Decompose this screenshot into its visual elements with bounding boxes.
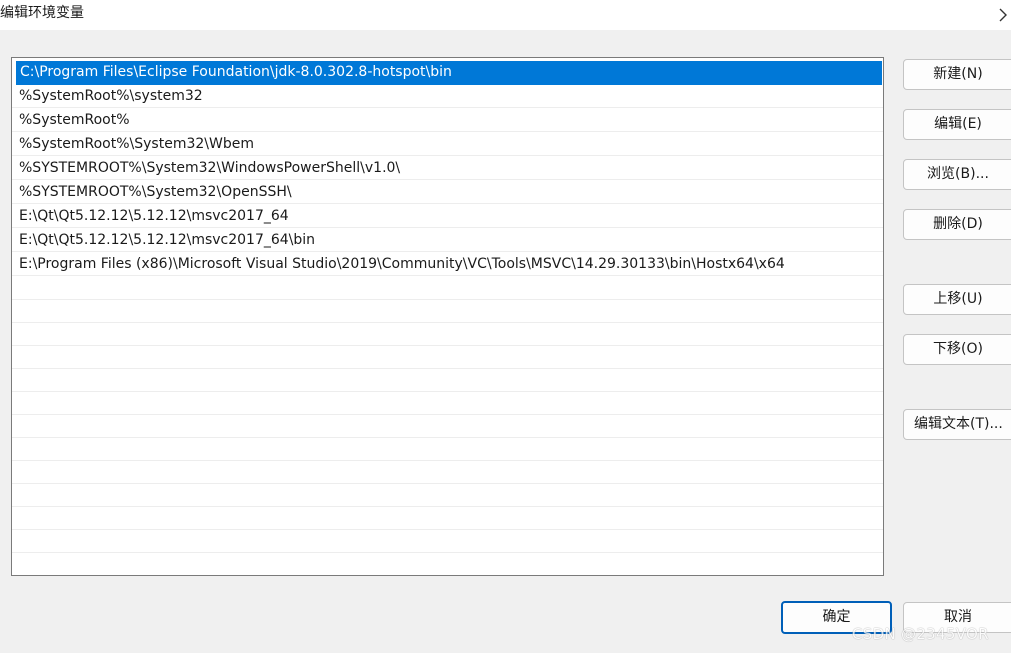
path-list-item[interactable]: E:\Program Files (x86)\Microsoft Visual … [12,253,883,276]
close-button[interactable] [995,0,1011,30]
empty-list-row[interactable] [12,530,883,553]
empty-list-row[interactable] [12,507,883,530]
edit-text-button[interactable]: 编辑文本(T)... [903,409,1011,440]
empty-list-row[interactable] [12,277,883,300]
path-list-item[interactable]: %SystemRoot%\system32 [12,85,883,108]
delete-button[interactable]: 删除(D) [903,209,1011,240]
path-list-item[interactable]: %SystemRoot%\System32\Wbem [12,133,883,156]
title-bar: 编辑环境变量 [0,0,1011,30]
empty-list-row[interactable] [12,415,883,438]
move-down-button[interactable]: 下移(O) [903,334,1011,365]
empty-list-row[interactable] [12,392,883,415]
watermark: CSDN @2345VOR [852,625,989,643]
dialog-title: 编辑环境变量 [0,5,84,21]
new-button[interactable]: 新建(N) [903,59,1011,90]
empty-list-row[interactable] [12,300,883,323]
browse-button[interactable]: 浏览(B)... [903,159,1011,190]
empty-list-row[interactable] [12,553,883,575]
path-list-item[interactable]: E:\Qt\Qt5.12.12\5.12.12\msvc2017_64\bin [12,229,883,252]
path-list-item[interactable]: %SYSTEMROOT%\System32\WindowsPowerShell\… [12,157,883,180]
empty-list-row[interactable] [12,484,883,507]
edit-button[interactable]: 编辑(E) [903,109,1011,140]
move-up-button[interactable]: 上移(U) [903,284,1011,315]
empty-list-row[interactable] [12,346,883,369]
path-list[interactable]: C:\Program Files\Eclipse Foundation\jdk-… [11,57,884,576]
path-list-item[interactable]: E:\Qt\Qt5.12.12\5.12.12\msvc2017_64 [12,205,883,228]
empty-list-row[interactable] [12,323,883,346]
path-list-item[interactable]: %SystemRoot% [12,109,883,132]
path-list-item[interactable]: %SYSTEMROOT%\System32\OpenSSH\ [12,181,883,204]
path-list-item[interactable]: C:\Program Files\Eclipse Foundation\jdk-… [16,61,882,85]
chevron-right-icon [999,8,1007,22]
empty-list-row[interactable] [12,438,883,461]
empty-list-row[interactable] [12,461,883,484]
empty-list-row[interactable] [12,369,883,392]
